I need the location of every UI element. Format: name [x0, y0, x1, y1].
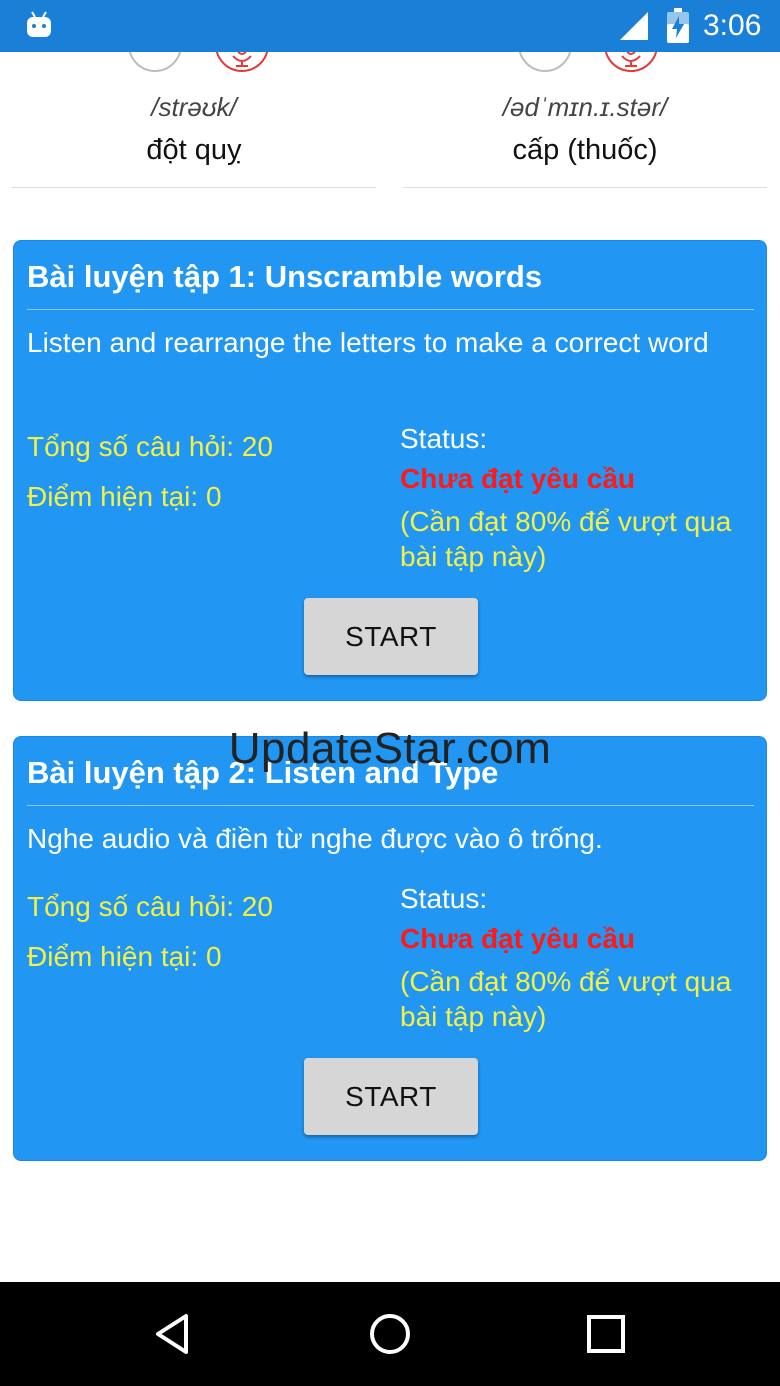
lesson-content[interactable]: /strəʊk/ đột quỵ /ədˈmɪn.ɪ.stər/ cấp (th…: [0, 52, 780, 1282]
status-note: (Cần đạt 80% để vượt qua bài tập này): [400, 966, 732, 1032]
exercise-description: Listen and rearrange the letters to make…: [27, 327, 709, 358]
divider: [403, 187, 767, 188]
android-icon: [27, 11, 51, 37]
vocab-ipa: /ədˈmɪn.ɪ.stər/: [502, 92, 668, 122]
start-button[interactable]: START: [304, 1058, 478, 1135]
vocab-meaning: cấp (thuốc): [512, 134, 658, 166]
divider: [27, 805, 754, 806]
mic-icon: [232, 52, 252, 67]
signal-icon: [620, 12, 648, 40]
exercise-card-listen-type: Bài luyện tập 2: Listen and Type Nghe au…: [13, 736, 767, 1161]
watermark: UpdateStar.com: [228, 724, 552, 773]
play-audio-button[interactable]: [128, 52, 182, 72]
vocab-card: /ədˈmɪn.ɪ.stər/ cấp (thuốc): [403, 52, 767, 188]
back-icon[interactable]: [150, 1310, 198, 1358]
home-icon[interactable]: [366, 1310, 414, 1358]
record-button[interactable]: [604, 52, 658, 72]
exercise-card-unscramble: Bài luyện tập 1: Unscramble words Listen…: [13, 240, 767, 701]
exercise-description: Nghe audio và điền từ nghe được vào ô tr…: [27, 823, 603, 854]
record-button[interactable]: [215, 52, 269, 72]
status-clock: 3:06: [703, 9, 762, 42]
current-score: Điểm hiện tại: 0: [27, 481, 222, 512]
total-questions: Tổng số câu hỏi: 20: [27, 891, 273, 922]
play-audio-button[interactable]: [518, 52, 572, 72]
status-label: Status:: [400, 423, 488, 454]
vocab-card: /strəʊk/ đột quỵ: [12, 52, 376, 188]
battery-charging-icon: [667, 8, 689, 43]
mic-icon: [621, 52, 641, 67]
recents-icon[interactable]: [582, 1310, 630, 1358]
start-button[interactable]: START: [304, 598, 478, 675]
status-bar: 3:06: [0, 0, 780, 52]
divider: [12, 187, 376, 188]
status-value: Chưa đạt yêu cầu: [400, 923, 636, 954]
vocab-meaning: đột quỵ: [146, 134, 242, 166]
divider: [27, 309, 754, 310]
navigation-bar: [0, 1282, 780, 1386]
status-note: (Cần đạt 80% để vượt qua bài tập này): [400, 506, 732, 572]
current-score: Điểm hiện tại: 0: [27, 941, 222, 972]
status-value: Chưa đạt yêu cầu: [400, 463, 636, 494]
status-label: Status:: [400, 883, 488, 914]
total-questions: Tổng số câu hỏi: 20: [27, 431, 273, 462]
vocab-ipa: /strəʊk/: [151, 92, 237, 122]
exercise-title: Bài luyện tập 1: Unscramble words: [27, 259, 543, 294]
